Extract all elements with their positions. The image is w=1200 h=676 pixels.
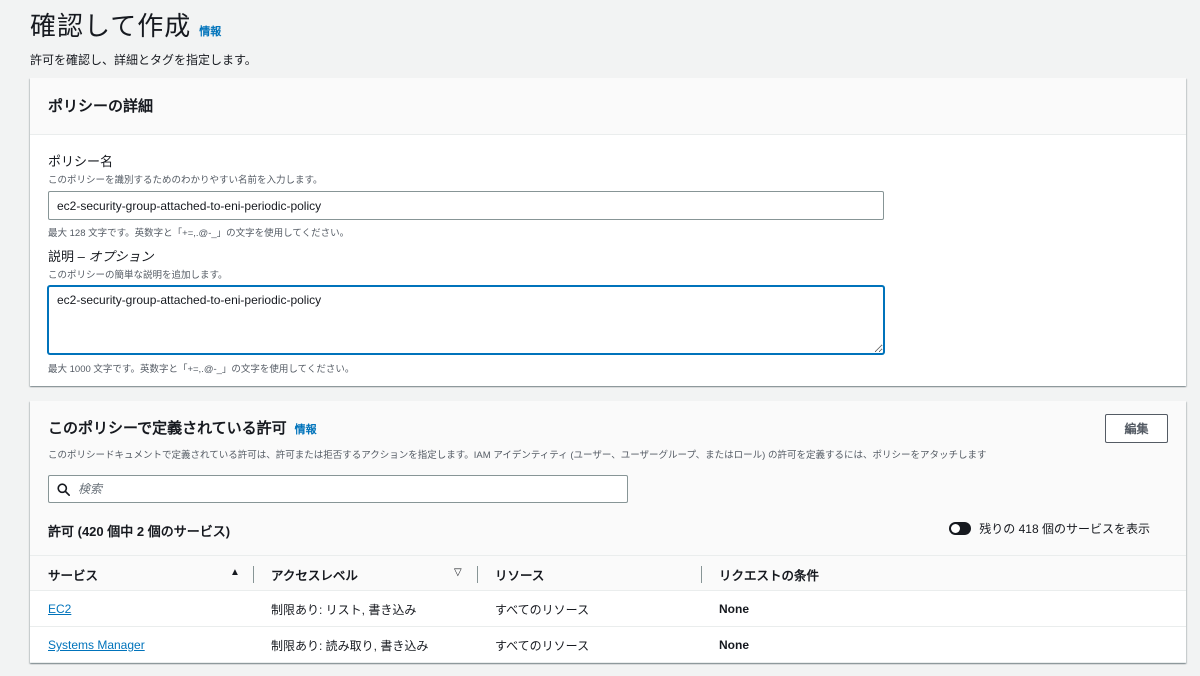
access-level-cell: 制限あり: リスト, 書き込み: [271, 602, 417, 617]
policy-name-constraint: 最大 128 文字です。英数字と「+=,.@-_」の文字を使用してください。: [48, 228, 350, 239]
table-row: Systems Manager 制限あり: 読み取り, 書き込み すべてのリソー…: [30, 627, 1186, 663]
column-header-access-level[interactable]: アクセスレベル: [271, 556, 358, 592]
search-input[interactable]: [78, 482, 598, 496]
resource-cell: すべてのリソース: [495, 638, 590, 653]
policy-description-label-main: 説明 –: [48, 249, 89, 264]
permissions-table: サービス ▲ アクセスレベル ▽ リソース リクエストの条件 EC2 制限あり:…: [30, 555, 1186, 663]
column-header-resource[interactable]: リソース: [495, 556, 544, 592]
permissions-info-link[interactable]: 情報: [295, 421, 317, 437]
column-divider[interactable]: [253, 566, 254, 583]
caret-down-outline-icon[interactable]: ▽: [454, 567, 462, 578]
policy-description-label-optional: オプション: [88, 249, 154, 264]
access-level-cell: 制限あり: 読み取り, 書き込み: [271, 638, 429, 653]
policy-description-label: 説明 – オプション: [48, 246, 884, 265]
condition-cell: None: [719, 602, 749, 616]
condition-cell: None: [719, 638, 749, 652]
policy-description-field: 説明 – オプション このポリシーの簡単な説明を追加します。 ec2-secur…: [48, 246, 884, 375]
policy-details-header: ポリシーの詳細: [30, 78, 1186, 135]
page-header: 確認して作成 情報 許可を確認し、詳細とタグを指定します。: [30, 6, 257, 68]
search-box: [48, 475, 628, 503]
service-link-systems-manager[interactable]: Systems Manager: [48, 638, 145, 652]
service-cell: EC2: [48, 591, 71, 627]
search-icon: [57, 482, 70, 496]
page-title: 確認して作成: [30, 11, 192, 41]
table-row: EC2 制限あり: リスト, 書き込み すべてのリソース None: [30, 591, 1186, 627]
policy-details-title: ポリシーの詳細: [48, 98, 154, 115]
caret-up-icon[interactable]: ▲: [230, 567, 240, 578]
column-header-request-condition: リクエストの条件: [719, 568, 820, 583]
policy-description-hint: このポリシーの簡単な説明を追加します。: [48, 270, 228, 281]
service-link-ec2[interactable]: EC2: [48, 602, 71, 616]
policy-name-hint: このポリシーを識別するためのわかりやすい名前を入力します。: [48, 175, 323, 186]
page-info-link[interactable]: 情報: [199, 23, 221, 39]
edit-button[interactable]: 編集: [1105, 414, 1168, 443]
service-cell: Systems Manager: [48, 627, 145, 663]
column-divider[interactable]: [477, 566, 478, 583]
show-remaining-toggle[interactable]: 残りの 418 個のサービスを表示: [949, 520, 1150, 537]
show-remaining-label: 残りの 418 個のサービスを表示: [979, 522, 1150, 536]
policy-details-panel: ポリシーの詳細 ポリシー名 このポリシーを識別するためのわかりやすい名前を入力し…: [30, 78, 1186, 386]
policy-name-field: ポリシー名 このポリシーを識別するためのわかりやすい名前を入力します。 最大 1…: [48, 151, 884, 239]
permissions-count-title: 許可 (420 個中 2 個のサービス): [48, 524, 231, 539]
permissions-panel: このポリシーで定義されている許可 情報 このポリシードキュメントで定義されている…: [30, 401, 1186, 663]
page-description: 許可を確認し、詳細とタグを指定します。: [30, 53, 257, 67]
resource-cell: すべてのリソース: [495, 602, 590, 617]
column-header-service[interactable]: サービス: [48, 556, 98, 592]
table-header: サービス ▲ アクセスレベル ▽ リソース リクエストの条件: [30, 555, 1186, 591]
policy-name-input[interactable]: [48, 191, 884, 220]
permissions-description: このポリシードキュメントで定義されている許可は、許可または拒否するアクションを指…: [48, 450, 987, 461]
policy-description-constraint: 最大 1000 文字です。英数字と「+=,.@-_」の文字を使用してください。: [48, 364, 355, 375]
page-title-row: 確認して作成 情報: [30, 6, 257, 43]
policy-description-textarea[interactable]: ec2-security-group-attached-to-eni-perio…: [48, 286, 884, 354]
permissions-title: このポリシーで定義されている許可: [48, 420, 287, 437]
column-divider[interactable]: [701, 566, 702, 583]
policy-name-label: ポリシー名: [48, 154, 114, 169]
toggle-switch-icon[interactable]: [949, 522, 972, 535]
permissions-title-row: このポリシーで定義されている許可 情報: [48, 417, 317, 438]
